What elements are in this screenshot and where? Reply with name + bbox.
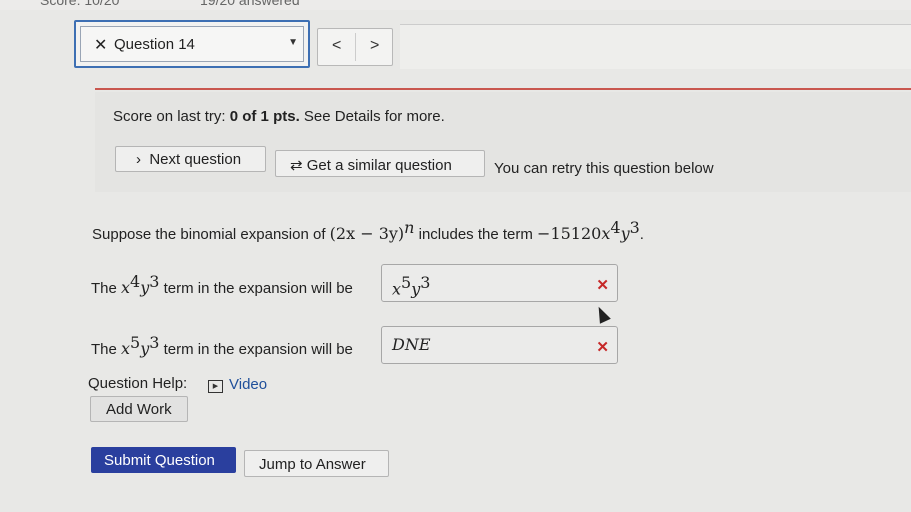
answer-1-y-exponent: 3 <box>420 273 431 292</box>
expression-base: (2x − 3y) <box>329 224 405 243</box>
question-help-label: Question Help: <box>88 375 188 392</box>
answer-row-2-label: The x5y3 term in the expansion will be <box>91 333 353 358</box>
answer-2-value: DNE <box>392 335 431 354</box>
similar-question-label: Get a similar question <box>306 157 452 174</box>
similar-question-button[interactable]: ⇄ Get a similar question <box>275 150 485 177</box>
row-1-y: y <box>140 278 150 297</box>
next-question-label: Next question <box>149 151 242 168</box>
header-bar <box>400 24 911 69</box>
last-try-score: Score on last try: 0 of 1 pts. See Detai… <box>113 108 445 125</box>
mouse-cursor-icon <box>593 304 611 324</box>
answer-1-y: y <box>411 279 421 299</box>
score-value: 0 of 1 pts. <box>229 108 300 125</box>
close-icon: ✕ <box>94 37 108 54</box>
expression-exponent: n <box>404 218 415 237</box>
top-score: Score: 10/20 <box>40 0 120 8</box>
row-1-suffix: term in the expansion will be <box>159 280 353 297</box>
prev-question-button[interactable]: < <box>332 37 341 55</box>
retry-note: You can retry this question below <box>494 160 714 177</box>
add-work-button[interactable]: Add Work <box>90 396 188 422</box>
row-2-y: y <box>140 339 150 358</box>
answer-input-2[interactable]: DNE ✕ <box>381 326 618 364</box>
nav-divider <box>355 33 356 61</box>
question-includes: includes the term <box>414 226 538 243</box>
row-2-x: x <box>121 339 131 358</box>
score-prefix: Score on last try: <box>113 108 230 125</box>
answer-1-x-exponent: 5 <box>401 273 412 292</box>
term-x-exponent: 4 <box>610 218 621 237</box>
question-period: . <box>639 226 644 243</box>
video-link[interactable]: ▶ Video <box>208 376 267 393</box>
video-label: Video <box>229 376 268 393</box>
question-intro: Suppose the binomial expansion of <box>92 226 330 243</box>
jump-to-answer-button[interactable]: Jump to Answer <box>244 450 389 477</box>
answer-1-value: x5y3 <box>392 273 430 299</box>
row-1-x-exponent: 4 <box>130 272 141 291</box>
retry-panel <box>95 92 911 192</box>
answer-row-1-label: The x4y3 term in the expansion will be <box>91 272 353 297</box>
chevron-right-icon: › <box>136 151 141 168</box>
row-2-prefix: The <box>91 341 122 358</box>
retry-divider <box>95 88 911 90</box>
question-select-label: Question 14 <box>114 36 195 53</box>
question-text: Suppose the binomial expansion of (2x − … <box>92 218 644 243</box>
caret-down-icon: ▼ <box>288 37 298 48</box>
row-1-prefix: The <box>91 280 122 297</box>
question-nav: < > <box>317 28 393 66</box>
top-status-strip: Score: 10/20 19/20 answered <box>0 0 911 10</box>
row-2-x-exponent: 5 <box>130 333 141 352</box>
incorrect-icon: ✕ <box>596 339 609 356</box>
row-1-y-exponent: 3 <box>149 272 160 291</box>
answer-1-x: x <box>392 279 402 299</box>
row-2-suffix: term in the expansion will be <box>159 341 353 358</box>
answer-input-1[interactable]: x5y3 ✕ <box>381 264 618 302</box>
score-suffix: See Details for more. <box>299 108 445 125</box>
submit-question-button[interactable]: Submit Question <box>91 447 236 473</box>
row-2-y-exponent: 3 <box>149 333 160 352</box>
term-y-exponent: 3 <box>629 218 640 237</box>
next-question-button[interactable]: › Next question <box>115 146 266 172</box>
play-icon: ▶ <box>208 380 223 393</box>
row-1-x: x <box>121 278 131 297</box>
top-answered: 19/20 answered <box>200 0 300 8</box>
next-question-arrow-button[interactable]: > <box>370 37 379 55</box>
term-coefficient: −15120 <box>537 224 602 243</box>
question-select[interactable]: ✕ Question 14 ▼ <box>74 20 310 68</box>
term-y: y <box>620 224 630 243</box>
refresh-icon: ⇄ <box>290 157 303 174</box>
incorrect-icon: ✕ <box>596 277 609 294</box>
